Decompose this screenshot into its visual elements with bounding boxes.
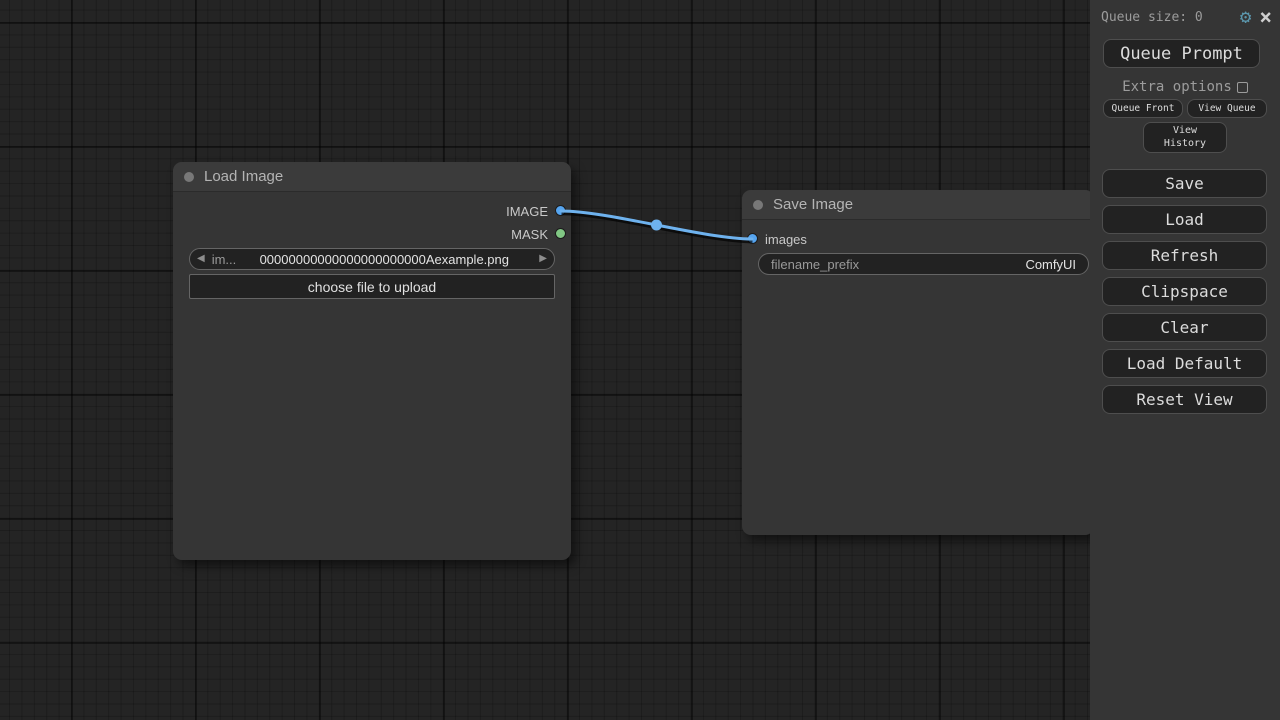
reset-view-button[interactable]: Reset View [1102,385,1267,414]
input-label-images: images [765,232,807,247]
widget-label: filename_prefix [759,257,859,272]
node-title: Save Image [773,196,853,213]
input-slot-images[interactable] [747,233,758,244]
load-button[interactable]: Load [1102,205,1267,234]
output-slot-image[interactable] [555,205,566,216]
extra-options-label: Extra options [1122,79,1232,95]
view-history-button[interactable]: View History [1143,122,1227,153]
combo-prev-icon[interactable]: ◀ [190,254,212,264]
collapse-dot[interactable] [753,200,763,210]
refresh-button[interactable]: Refresh [1102,241,1267,270]
queue-prompt-button[interactable]: Queue Prompt [1103,39,1260,68]
view-queue-button[interactable]: View Queue [1187,99,1267,118]
node-load-image[interactable]: Load Image IMAGE MASK ◀ im... 0000000000… [173,162,571,560]
choose-file-button[interactable]: choose file to upload [189,274,555,299]
node-load-image-titlebar[interactable]: Load Image [173,162,571,192]
load-default-button[interactable]: Load Default [1102,349,1267,378]
filename-prefix-widget[interactable]: filename_prefix ComfyUI [758,253,1089,275]
output-label-mask: MASK [511,227,548,242]
output-slot-mask[interactable] [555,228,566,239]
comfy-menu: Queue size: 0 ⚙ × Queue Prompt Extra opt… [1090,0,1280,720]
combo-value: 00000000000000000000000Aexample.png [236,252,532,267]
extra-options-row: Extra options [1090,79,1280,95]
close-icon[interactable]: × [1259,9,1272,26]
image-combo-widget[interactable]: ◀ im... 00000000000000000000000Aexample.… [189,248,555,270]
extra-options-checkbox[interactable] [1237,82,1248,93]
node-title: Load Image [204,168,283,185]
save-button[interactable]: Save [1102,169,1267,198]
queue-size-label: Queue size: 0 [1101,10,1203,25]
collapse-dot[interactable] [184,172,194,182]
node-save-image-titlebar[interactable]: Save Image [742,190,1094,220]
clear-button[interactable]: Clear [1102,313,1267,342]
clipspace-button[interactable]: Clipspace [1102,277,1267,306]
combo-next-icon[interactable]: ▶ [532,254,554,264]
queue-front-button[interactable]: Queue Front [1103,99,1183,118]
settings-gear-icon[interactable]: ⚙ [1240,8,1251,27]
node-save-image[interactable]: Save Image images filename_prefix ComfyU… [742,190,1094,535]
combo-label: im... [212,252,237,267]
output-label-image: IMAGE [506,204,548,219]
widget-value: ComfyUI [859,257,1088,272]
